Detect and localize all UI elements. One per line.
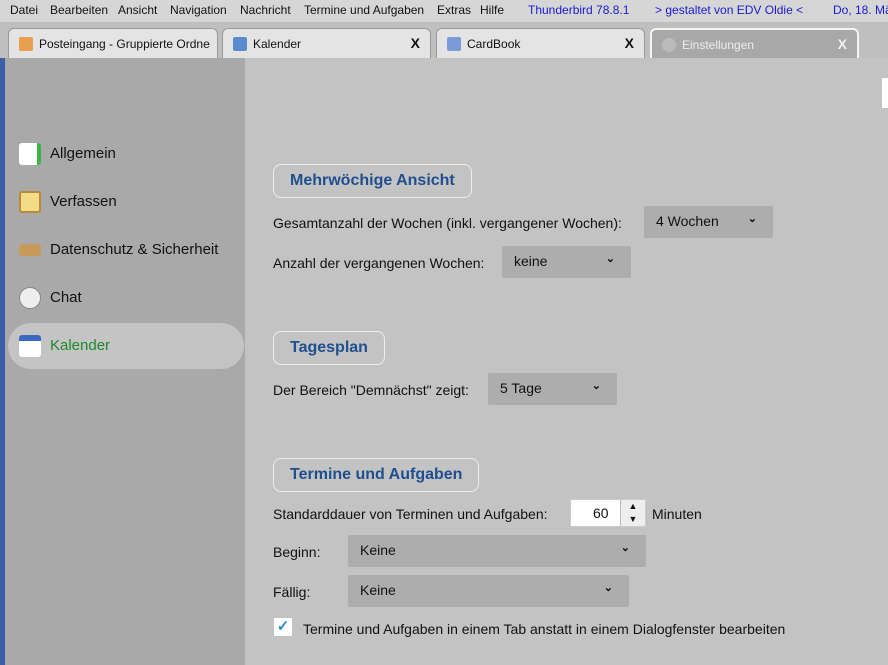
chat-icon (19, 287, 41, 309)
close-icon[interactable]: X (625, 35, 634, 51)
due-select[interactable]: Keine ⌄ (348, 575, 629, 607)
chevron-up-icon[interactable]: ▲ (621, 500, 645, 513)
sidebar-item-label: Chat (50, 289, 82, 306)
inbox-icon (19, 37, 33, 51)
chevron-down-icon: ⌄ (591, 380, 601, 392)
tab-label: Kalender (253, 37, 302, 51)
sidebar-item-label: Datenschutz & Sicherheit (50, 241, 219, 258)
section-title-multiweek: Mehrwöchige Ansicht (273, 164, 472, 198)
section-title-dayplan: Tagesplan (273, 331, 385, 365)
credit-label: > gestaltet von EDV Oldie < (655, 3, 804, 17)
past-weeks-select[interactable]: keine ⌄ (502, 246, 631, 278)
section-title-events: Termine und Aufgaben (273, 458, 480, 492)
tab-edit-checkbox[interactable]: ✓ (274, 618, 292, 636)
duration-label: Standarddauer von Terminen und Aufgaben: (273, 506, 548, 522)
tab-calendar[interactable]: Kalender X (222, 28, 431, 58)
sidebar-item-chat[interactable]: Chat (8, 275, 244, 321)
start-select[interactable]: Keine ⌄ (348, 535, 646, 567)
sidebar-item-verfassen[interactable]: Verfassen (8, 179, 244, 225)
tab-cardbook[interactable]: CardBook X (436, 28, 645, 58)
select-value: keine (514, 253, 548, 269)
tab-label: Posteingang - Gruppierte Ordne (39, 37, 210, 51)
general-icon (19, 143, 41, 165)
compose-icon (19, 191, 41, 213)
chevron-down-icon: ⌄ (620, 542, 630, 554)
start-label: Beginn: (273, 544, 321, 560)
tab-bar: Posteingang - Gruppierte Ordne Kalender … (0, 22, 888, 58)
tab-inbox[interactable]: Posteingang - Gruppierte Ordne (8, 28, 218, 58)
soon-select[interactable]: 5 Tage ⌄ (488, 373, 617, 405)
select-value: Keine (360, 542, 396, 558)
total-weeks-label: Gesamtanzahl der Wochen (inkl. vergangen… (273, 215, 622, 231)
spin-buttons[interactable]: ▲ ▼ (620, 500, 645, 526)
menu-navigation[interactable]: Navigation (170, 3, 227, 17)
tab-label: CardBook (467, 37, 521, 51)
sidebar-item-datenschutz[interactable]: Datenschutz & Sicherheit (8, 227, 244, 273)
chevron-down-icon: ⌄ (603, 582, 613, 594)
menu-termine[interactable]: Termine und Aufgaben (304, 3, 424, 17)
menu-datei[interactable]: Datei (10, 3, 38, 17)
sidebar-item-kalender[interactable]: Kalender (8, 323, 244, 369)
menu-bearbeiten[interactable]: Bearbeiten (50, 3, 108, 17)
settings-content: Mehrwöchige Ansicht Gesamtanzahl der Woc… (245, 58, 888, 665)
version-label: Thunderbird 78.8.1 (528, 3, 630, 17)
menu-ansicht[interactable]: Ansicht (118, 3, 157, 17)
menu-hilfe[interactable]: Hilfe (480, 3, 504, 17)
chevron-down-icon: ⌄ (605, 253, 615, 265)
sidebar-item-label: Allgemein (50, 145, 116, 162)
menubar: Datei Bearbeiten Ansicht Navigation Nach… (0, 0, 888, 22)
date-label: Do, 18. Mä (833, 3, 888, 17)
select-value: 5 Tage (500, 380, 542, 396)
chevron-down-icon[interactable]: ▼ (621, 513, 645, 526)
tab-settings[interactable]: Einstellungen X (650, 28, 859, 58)
menu-extras[interactable]: Extras (437, 3, 471, 17)
duration-stepper[interactable]: 60 ▲ ▼ (570, 499, 646, 527)
chevron-down-icon: ⌄ (747, 213, 757, 225)
duration-value[interactable]: 60 (593, 505, 609, 521)
close-icon[interactable]: X (411, 35, 420, 51)
gear-icon (662, 38, 676, 52)
total-weeks-select[interactable]: 4 Wochen ⌄ (644, 206, 773, 238)
settings-sidebar: Allgemein Verfassen Datenschutz & Sicher… (5, 58, 245, 665)
calendar-icon (19, 335, 41, 357)
menu-nachricht[interactable]: Nachricht (240, 3, 291, 17)
due-label: Fällig: (273, 584, 311, 600)
privacy-icon (19, 244, 41, 256)
sidebar-item-label: Kalender (50, 337, 111, 354)
sidebar-item-allgemein[interactable]: Allgemein (8, 131, 244, 177)
calendar-icon (233, 37, 247, 51)
soon-label: Der Bereich "Demnächst" zeigt: (273, 382, 469, 398)
sidebar-item-label: Verfassen (50, 193, 117, 210)
scrollbar[interactable] (882, 78, 888, 108)
close-icon[interactable]: X (838, 36, 847, 52)
select-value: Keine (360, 582, 396, 598)
past-weeks-label: Anzahl der vergangenen Wochen: (273, 255, 485, 271)
tab-edit-label[interactable]: Termine und Aufgaben in einem Tab anstat… (303, 621, 785, 637)
select-value: 4 Wochen (656, 213, 719, 229)
duration-unit: Minuten (652, 506, 702, 522)
tab-label: Einstellungen (682, 38, 755, 52)
cardbook-icon (447, 37, 461, 51)
